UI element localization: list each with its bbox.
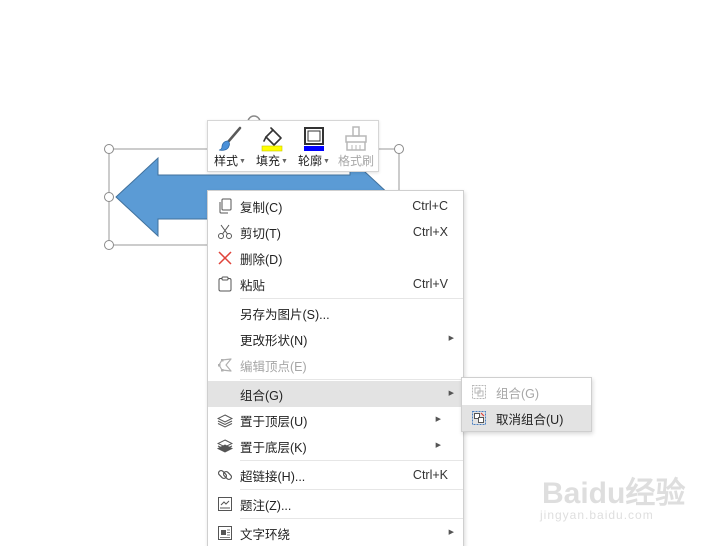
menu-item-save-as-picture[interactable]: 另存为图片(S)... <box>208 300 463 326</box>
menu-item-copy[interactable]: 复制(C) Ctrl+C <box>208 193 463 219</box>
menu-item-cut[interactable]: 剪切(T) Ctrl+X <box>208 219 463 245</box>
shortcut-label: Ctrl+V <box>412 277 448 291</box>
caption-icon <box>218 497 232 511</box>
fill-button[interactable]: 填充▼ <box>251 123 293 171</box>
submenu-arrow-icon: ▶ <box>435 442 441 449</box>
hyperlink-icon <box>217 469 233 481</box>
group-submenu: 组合(G) 取消组合(U) <box>461 377 592 432</box>
copy-icon <box>219 198 232 214</box>
send-to-back-icon <box>217 439 233 453</box>
menu-item-label: 题注(Z)... <box>240 498 292 513</box>
menu-item-send-to-back[interactable]: 置于底层(K) ▶ <box>208 433 463 459</box>
chevron-down-icon: ▼ <box>281 158 288 165</box>
fill-button-label: 填充 <box>256 154 281 168</box>
menu-item-paste[interactable]: 粘贴 Ctrl+V <box>208 271 463 297</box>
submenu-arrow-icon: ▶ <box>448 335 454 342</box>
style-button-label: 样式 <box>214 154 239 168</box>
paste-icon <box>218 276 232 292</box>
context-menu: 复制(C) Ctrl+C 剪切(T) Ctrl+X 删除(D) 粘贴 Ctrl+… <box>207 190 464 546</box>
shortcut-label: Ctrl+K <box>412 468 448 482</box>
chevron-down-icon: ▼ <box>239 158 246 165</box>
submenu-item-ungroup[interactable]: 取消组合(U) <box>462 405 591 431</box>
menu-item-change-shape[interactable]: 更改形状(N) ▶ <box>208 326 463 352</box>
shape-outline-icon <box>304 127 324 151</box>
menu-item-edit-points[interactable]: 编辑顶点(E) <box>208 352 463 378</box>
menu-item-group[interactable]: 组合(G) ▶ <box>208 381 463 407</box>
submenu-arrow-icon: ▶ <box>435 416 441 423</box>
text-wrap-icon <box>218 526 232 540</box>
chevron-down-icon: ▼ <box>323 158 330 165</box>
shortcut-label: Ctrl+C <box>412 199 448 213</box>
menu-separator <box>240 379 463 380</box>
menu-item-caption[interactable]: 题注(Z)... <box>208 491 463 517</box>
menu-item-label: 粘贴 <box>240 278 266 293</box>
menu-item-bring-to-front[interactable]: 置于顶层(U) ▶ <box>208 407 463 433</box>
menu-separator <box>240 518 463 519</box>
mini-toolbar: 样式▼ 填充▼ 轮廓▼ 格式刷 <box>207 120 379 172</box>
menu-item-label: 另存为图片(S)... <box>240 307 330 322</box>
submenu-item-group[interactable]: 组合(G) <box>462 379 591 405</box>
menu-item-label: 组合(G) <box>240 388 284 403</box>
scissors-icon <box>218 224 232 239</box>
menu-separator <box>240 489 463 490</box>
menu-item-label: 超链接(H)... <box>240 469 306 484</box>
style-button[interactable]: 样式▼ <box>209 123 251 171</box>
menu-item-label: 文字环绕 <box>240 527 291 542</box>
ungroup-icon <box>472 411 486 425</box>
resize-handle-bottom-left[interactable] <box>104 240 114 250</box>
menu-item-label: 剪切(T) <box>240 226 281 241</box>
menu-item-delete[interactable]: 删除(D) <box>208 245 463 271</box>
format-painter-label: 格式刷 <box>337 154 374 168</box>
menu-item-label: 取消组合(U) <box>496 412 564 427</box>
menu-separator <box>240 460 463 461</box>
format-painter-icon <box>345 126 367 151</box>
format-painter-button[interactable]: 格式刷 <box>335 123 377 171</box>
menu-item-label: 置于底层(K) <box>240 440 307 455</box>
submenu-arrow-icon: ▶ <box>448 390 454 397</box>
menu-item-label: 更改形状(N) <box>240 333 308 348</box>
resize-handle-middle-left[interactable] <box>104 192 114 202</box>
menu-item-label: 复制(C) <box>240 200 283 215</box>
menu-separator <box>240 298 463 299</box>
edit-points-icon <box>218 358 232 372</box>
outline-button-label: 轮廓 <box>298 154 323 168</box>
paint-bucket-icon <box>261 127 283 152</box>
menu-item-label: 组合(G) <box>496 386 540 401</box>
submenu-arrow-icon: ▶ <box>448 529 454 536</box>
menu-item-text-wrap[interactable]: 文字环绕 ▶ <box>208 520 463 546</box>
shortcut-label: Ctrl+X <box>412 225 448 239</box>
menu-item-label: 编辑顶点(E) <box>240 359 307 374</box>
menu-item-label: 删除(D) <box>240 252 283 267</box>
outline-button[interactable]: 轮廓▼ <box>293 123 335 171</box>
menu-item-hyperlink[interactable]: 超链接(H)... Ctrl+K <box>208 462 463 488</box>
bring-to-front-icon <box>217 414 233 428</box>
resize-handle-top-right[interactable] <box>394 144 404 154</box>
menu-item-label: 置于顶层(U) <box>240 414 308 429</box>
paintbrush-icon <box>218 126 242 151</box>
group-icon <box>472 385 486 399</box>
delete-x-icon <box>218 251 232 265</box>
resize-handle-top-left[interactable] <box>104 144 114 154</box>
